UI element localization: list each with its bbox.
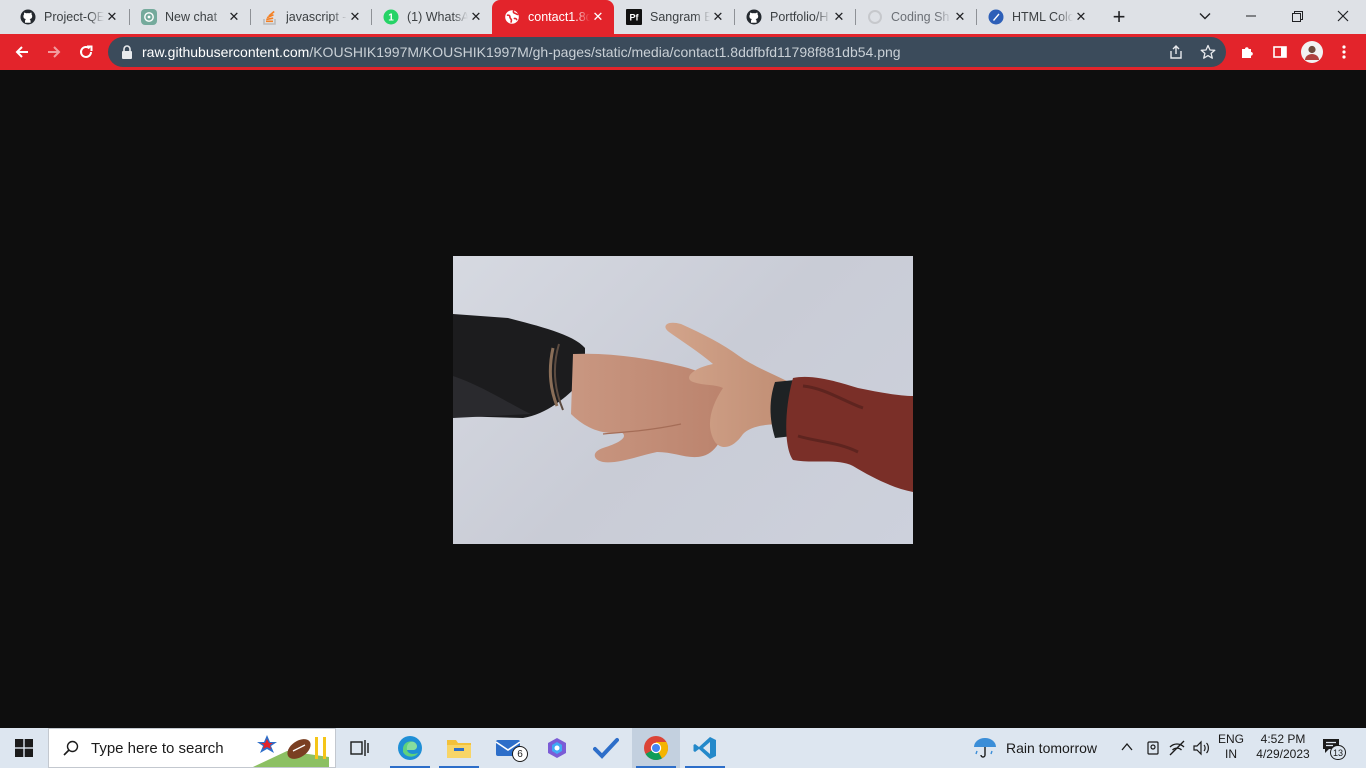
weather-text: Rain tomorrow bbox=[1006, 740, 1098, 756]
close-tab-icon[interactable]: ✕ bbox=[952, 9, 968, 25]
url-path: /KOUSHIK1997M/KOUSHIK1997M/gh-pages/stat… bbox=[309, 44, 901, 60]
close-tab-icon[interactable]: ✕ bbox=[226, 9, 242, 25]
close-window-button[interactable] bbox=[1320, 0, 1366, 32]
tab-strip: Project-QE ✕ New chat ✕ javascript - ✕ 1… bbox=[0, 0, 1366, 34]
loading-icon bbox=[867, 9, 883, 25]
close-tab-icon[interactable]: ✕ bbox=[710, 9, 726, 25]
volume-icon[interactable] bbox=[1192, 740, 1210, 756]
tab-title: (1) WhatsA bbox=[407, 10, 468, 24]
search-placeholder: Type here to search bbox=[91, 739, 224, 757]
language-indicator[interactable]: ENG IN bbox=[1214, 732, 1248, 762]
close-tab-icon[interactable]: ✕ bbox=[831, 9, 847, 25]
whatsapp-icon: 1 bbox=[383, 9, 399, 25]
share-icon[interactable] bbox=[1168, 44, 1184, 60]
profile-avatar[interactable] bbox=[1298, 37, 1326, 67]
copilot-icon[interactable] bbox=[533, 728, 581, 768]
close-tab-icon[interactable]: ✕ bbox=[1073, 9, 1089, 25]
tab-title: contact1.8d bbox=[528, 10, 590, 24]
close-tab-icon[interactable]: ✕ bbox=[104, 9, 120, 25]
close-tab-icon[interactable]: ✕ bbox=[590, 9, 606, 25]
chrome-menu-icon[interactable] bbox=[1330, 37, 1358, 67]
tab-coding[interactable]: Coding Sh ✕ bbox=[855, 0, 976, 34]
handshake-image[interactable] bbox=[453, 256, 913, 544]
clock-date: 4/29/2023 bbox=[1256, 747, 1310, 761]
new-tab-button[interactable]: + bbox=[1106, 4, 1132, 29]
address-bar[interactable]: raw.githubusercontent.com/KOUSHIK1997M/K… bbox=[108, 37, 1226, 67]
region-code: IN bbox=[1225, 747, 1237, 761]
language-code: ENG bbox=[1217, 732, 1244, 746]
notification-count-badge: 13 bbox=[1330, 745, 1346, 760]
weather-widget[interactable]: Rain tomorrow bbox=[972, 728, 1097, 768]
whatsapp-badge-count: 1 bbox=[388, 13, 394, 24]
reload-button[interactable] bbox=[72, 37, 100, 67]
tab-title: Project-QE bbox=[44, 10, 104, 24]
show-hidden-icons-chevron-icon[interactable] bbox=[1120, 740, 1134, 754]
close-tab-icon[interactable]: ✕ bbox=[468, 9, 484, 25]
task-view-icon[interactable] bbox=[336, 728, 384, 768]
network-icon[interactable] bbox=[1168, 740, 1186, 756]
side-panel-icon[interactable] bbox=[1266, 37, 1294, 67]
github-icon bbox=[20, 9, 36, 25]
clock-time: 4:52 PM bbox=[1260, 732, 1306, 746]
search-highlight-icon[interactable] bbox=[253, 731, 329, 767]
notifications-button[interactable]: 13 bbox=[1322, 738, 1346, 760]
chrome-icon[interactable] bbox=[632, 728, 680, 768]
back-button[interactable] bbox=[8, 37, 36, 67]
start-button[interactable] bbox=[0, 728, 48, 768]
search-icon bbox=[63, 740, 79, 756]
taskbar-search-box[interactable]: Type here to search bbox=[48, 728, 336, 768]
tab-title: Portfolio/H bbox=[770, 10, 829, 24]
tab-search-chevron-icon[interactable] bbox=[1182, 0, 1228, 32]
pf-favicon-text: Pf bbox=[630, 13, 640, 23]
todo-checkmark-icon[interactable] bbox=[582, 728, 630, 768]
url-text[interactable]: raw.githubusercontent.com/KOUSHIK1997M/K… bbox=[142, 44, 901, 60]
url-host: raw.githubusercontent.com bbox=[142, 44, 310, 60]
html-color-icon bbox=[988, 9, 1004, 25]
meet-now-camera-icon[interactable] bbox=[1145, 740, 1161, 756]
browser-toolbar: raw.githubusercontent.com/KOUSHIK1997M/K… bbox=[0, 34, 1366, 70]
tab-whatsapp[interactable]: 1 (1) WhatsA ✕ bbox=[371, 0, 492, 34]
mail-badge: 6 bbox=[512, 746, 528, 762]
windows-taskbar: Type here to search 6 Rain tomorrow ENG … bbox=[0, 728, 1366, 768]
tab-contact-image[interactable]: contact1.8d ✕ bbox=[492, 0, 614, 34]
tab-javascript[interactable]: javascript - ✕ bbox=[250, 0, 371, 34]
tab-title: HTML Colo bbox=[1012, 10, 1073, 24]
minimize-button[interactable] bbox=[1228, 0, 1274, 32]
pf-icon: Pf bbox=[626, 9, 642, 25]
restore-button[interactable] bbox=[1274, 0, 1320, 32]
clock[interactable]: 4:52 PM 4/29/2023 bbox=[1250, 732, 1316, 762]
forward-button[interactable] bbox=[40, 37, 68, 67]
tab-new-chat[interactable]: New chat ✕ bbox=[129, 0, 250, 34]
lock-icon[interactable] bbox=[120, 45, 134, 59]
tab-title: New chat bbox=[165, 10, 218, 24]
stackoverflow-icon bbox=[262, 9, 278, 25]
close-tab-icon[interactable]: ✕ bbox=[347, 9, 363, 25]
file-explorer-icon[interactable] bbox=[435, 728, 483, 768]
umbrella-rain-icon bbox=[972, 736, 998, 760]
github-icon bbox=[746, 9, 762, 25]
bookmark-star-icon[interactable] bbox=[1200, 44, 1216, 60]
tab-project-qe[interactable]: Project-QE ✕ bbox=[8, 0, 128, 34]
edge-icon[interactable] bbox=[386, 728, 434, 768]
tab-portfolio[interactable]: Portfolio/H ✕ bbox=[734, 0, 855, 34]
vscode-icon[interactable] bbox=[681, 728, 729, 768]
tab-title: Sangram B bbox=[650, 10, 710, 24]
extensions-puzzle-icon[interactable] bbox=[1234, 37, 1262, 67]
tab-sangram[interactable]: Pf Sangram B ✕ bbox=[614, 0, 734, 34]
mail-icon[interactable]: 6 bbox=[484, 728, 532, 768]
chatgpt-icon bbox=[141, 9, 157, 25]
globe-icon bbox=[504, 9, 520, 25]
tab-html-color[interactable]: HTML Colo ✕ bbox=[976, 0, 1097, 34]
tab-title: javascript - bbox=[286, 10, 347, 24]
page-viewport bbox=[0, 70, 1366, 728]
tab-title: Coding Sh bbox=[891, 10, 950, 24]
